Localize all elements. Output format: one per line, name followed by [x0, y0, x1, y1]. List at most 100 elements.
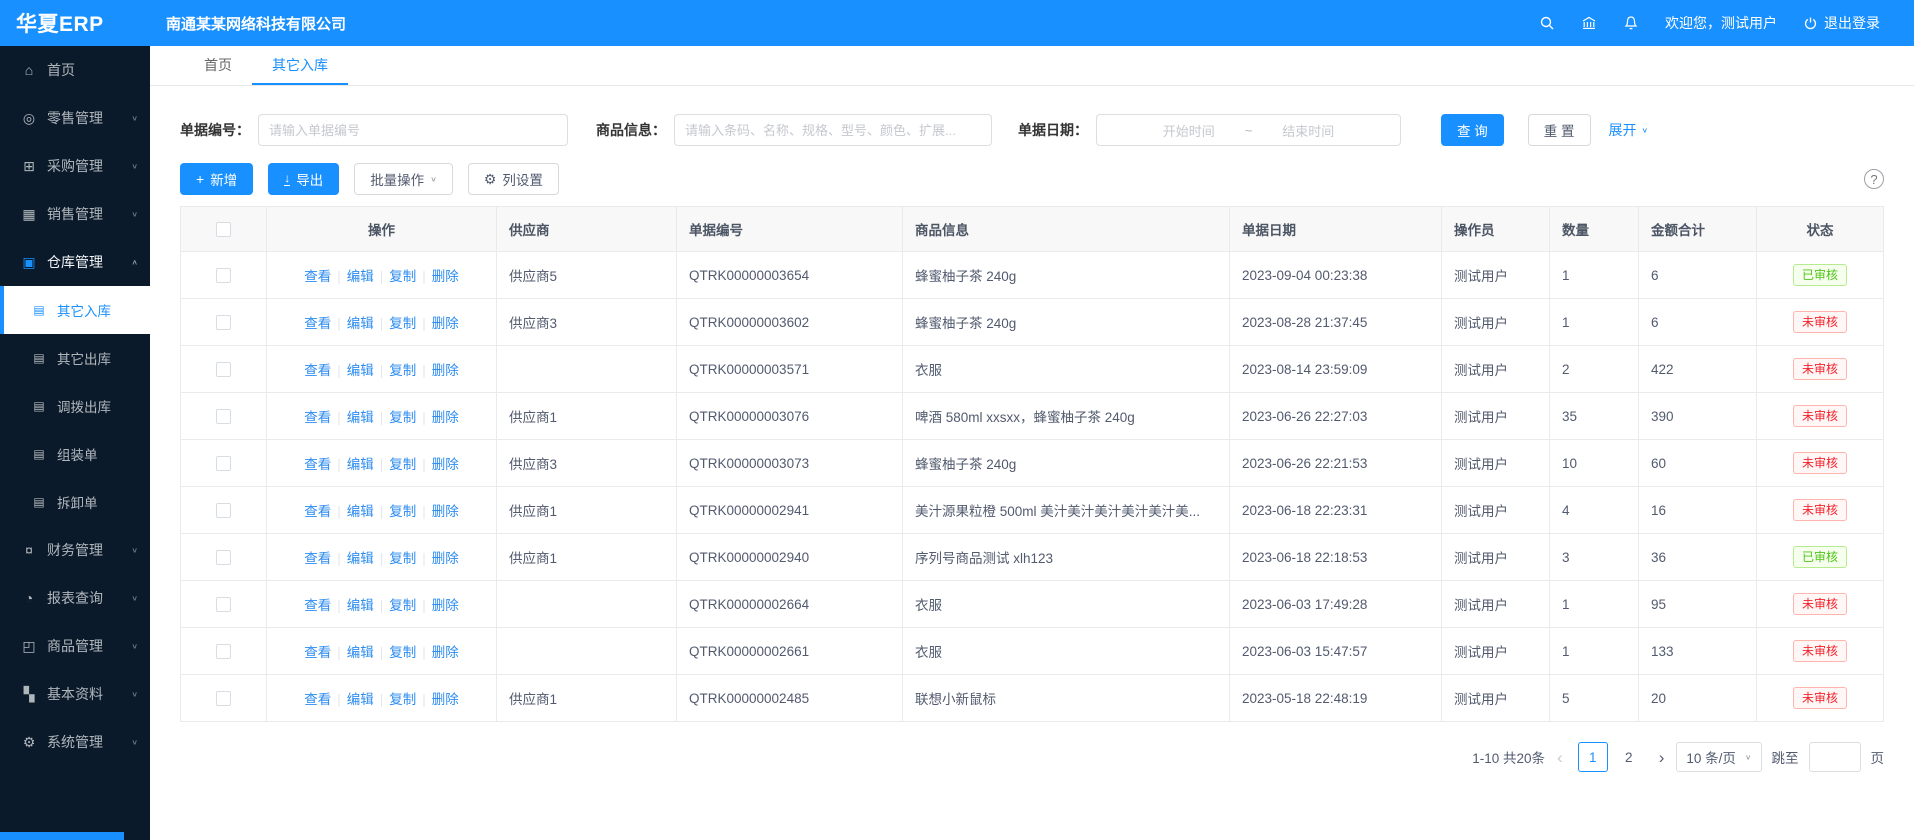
- page-button-2[interactable]: 2: [1614, 742, 1644, 772]
- row-checkbox[interactable]: [216, 315, 231, 330]
- add-button[interactable]: + 新增: [180, 163, 253, 195]
- status-badge: 未审核: [1793, 358, 1847, 380]
- sidebar-item-other-inbound[interactable]: ▤其它入库: [0, 286, 150, 334]
- action-view-link[interactable]: 查看: [304, 269, 331, 284]
- sidebar-item-basic[interactable]: ▚基本资料∨: [0, 670, 150, 718]
- bell-icon[interactable]: [1623, 15, 1639, 31]
- tab-other-inbound[interactable]: 其它入库: [252, 46, 348, 85]
- action-view-link[interactable]: 查看: [304, 316, 331, 331]
- action-edit-link[interactable]: 编辑: [347, 551, 374, 566]
- action-copy-link[interactable]: 复制: [389, 316, 416, 331]
- sidebar-item-other-outbound[interactable]: ▤其它出库: [0, 334, 150, 382]
- product-info-input[interactable]: [674, 114, 992, 146]
- page-button-1[interactable]: 1: [1578, 742, 1608, 772]
- sidebar-item-retail[interactable]: ◎零售管理∨: [0, 94, 150, 142]
- action-copy-link[interactable]: 复制: [389, 504, 416, 519]
- date-start-placeholder[interactable]: 开始时间: [1163, 121, 1215, 140]
- action-delete-link[interactable]: 删除: [432, 551, 459, 566]
- row-checkbox[interactable]: [216, 644, 231, 659]
- date-range-input[interactable]: 开始时间 ~ 结束时间: [1096, 114, 1401, 146]
- action-delete-link[interactable]: 删除: [432, 269, 459, 284]
- action-edit-link[interactable]: 编辑: [347, 410, 374, 425]
- page-size-value: 10 条/页: [1686, 747, 1736, 767]
- action-delete-link[interactable]: 删除: [432, 457, 459, 472]
- logout-button[interactable]: 退出登录: [1803, 13, 1880, 33]
- jump-page-input[interactable]: [1809, 742, 1861, 772]
- search-button[interactable]: 查 询: [1441, 114, 1504, 146]
- action-separator: |: [380, 410, 384, 425]
- actions-cell: 查看|编辑|复制|删除: [267, 299, 497, 346]
- sidebar-item-home[interactable]: ⌂首页: [0, 46, 150, 94]
- action-view-link[interactable]: 查看: [304, 363, 331, 378]
- action-view-link[interactable]: 查看: [304, 692, 331, 707]
- reset-button[interactable]: 重 置: [1528, 114, 1591, 146]
- action-view-link[interactable]: 查看: [304, 457, 331, 472]
- sidebar-item-system[interactable]: ⚙系统管理∨: [0, 718, 150, 766]
- action-delete-link[interactable]: 删除: [432, 692, 459, 707]
- action-delete-link[interactable]: 删除: [432, 316, 459, 331]
- action-copy-link[interactable]: 复制: [389, 363, 416, 378]
- sidebar-item-sales[interactable]: ▦销售管理∨: [0, 190, 150, 238]
- sidebar-item-finance[interactable]: ¤财务管理∨: [0, 526, 150, 574]
- action-delete-link[interactable]: 删除: [432, 645, 459, 660]
- column-settings-button[interactable]: ⚙ 列设置: [468, 163, 559, 195]
- export-button[interactable]: ↓ 导出: [268, 163, 339, 195]
- tab-home[interactable]: 首页: [184, 46, 252, 85]
- action-copy-link[interactable]: 复制: [389, 645, 416, 660]
- search-icon[interactable]: [1539, 15, 1555, 31]
- main-area: 首页其它入库 单据编号： 商品信息： 单据日期： 开始时间 ~ 结束时间 查 询…: [150, 46, 1914, 840]
- sidebar-item-assembly[interactable]: ▤组装单: [0, 430, 150, 478]
- column-header-status: 状态: [1757, 207, 1884, 252]
- row-checkbox[interactable]: [216, 456, 231, 471]
- row-checkbox[interactable]: [216, 597, 231, 612]
- action-edit-link[interactable]: 编辑: [347, 692, 374, 707]
- batch-ops-button[interactable]: 批量操作 ∨: [354, 163, 453, 195]
- action-copy-link[interactable]: 复制: [389, 269, 416, 284]
- prev-page-button[interactable]: ‹: [1555, 749, 1565, 766]
- select-all-checkbox[interactable]: [216, 222, 231, 237]
- action-edit-link[interactable]: 编辑: [347, 316, 374, 331]
- action-view-link[interactable]: 查看: [304, 645, 331, 660]
- action-view-link[interactable]: 查看: [304, 410, 331, 425]
- action-copy-link[interactable]: 复制: [389, 692, 416, 707]
- action-delete-link[interactable]: 删除: [432, 598, 459, 613]
- next-page-button[interactable]: ›: [1657, 749, 1667, 766]
- row-checkbox[interactable]: [216, 503, 231, 518]
- action-edit-link[interactable]: 编辑: [347, 457, 374, 472]
- date-end-placeholder[interactable]: 结束时间: [1282, 121, 1334, 140]
- sidebar-item-disassembly[interactable]: ▤拆卸单: [0, 478, 150, 526]
- action-delete-link[interactable]: 删除: [432, 363, 459, 378]
- page-size-select[interactable]: 10 条/页 ∨: [1676, 742, 1761, 772]
- action-copy-link[interactable]: 复制: [389, 457, 416, 472]
- bank-icon[interactable]: [1581, 15, 1597, 31]
- action-delete-link[interactable]: 删除: [432, 504, 459, 519]
- row-checkbox[interactable]: [216, 550, 231, 565]
- bill-no-input[interactable]: [258, 114, 568, 146]
- action-delete-link[interactable]: 删除: [432, 410, 459, 425]
- action-edit-link[interactable]: 编辑: [347, 598, 374, 613]
- table-row: 查看|编辑|复制|删除供应商3QTRK00000003602蜂蜜柚子茶 240g…: [181, 299, 1884, 346]
- action-edit-link[interactable]: 编辑: [347, 645, 374, 660]
- row-checkbox[interactable]: [216, 691, 231, 706]
- action-view-link[interactable]: 查看: [304, 504, 331, 519]
- row-checkbox[interactable]: [216, 268, 231, 283]
- sidebar-item-report[interactable]: ◔报表查询∨: [0, 574, 150, 622]
- action-view-link[interactable]: 查看: [304, 551, 331, 566]
- action-copy-link[interactable]: 复制: [389, 410, 416, 425]
- row-checkbox[interactable]: [216, 409, 231, 424]
- sidebar-item-transfer-outbound[interactable]: ▤调拨出库: [0, 382, 150, 430]
- action-separator: |: [380, 551, 384, 566]
- help-icon[interactable]: ?: [1864, 169, 1884, 189]
- action-edit-link[interactable]: 编辑: [347, 363, 374, 378]
- row-checkbox[interactable]: [216, 362, 231, 377]
- action-view-link[interactable]: 查看: [304, 598, 331, 613]
- status-cell: 未审核: [1757, 299, 1884, 346]
- action-copy-link[interactable]: 复制: [389, 551, 416, 566]
- action-copy-link[interactable]: 复制: [389, 598, 416, 613]
- sidebar-item-purchase[interactable]: ⊞采购管理∨: [0, 142, 150, 190]
- sidebar-item-warehouse[interactable]: ▣仓库管理∧: [0, 238, 150, 286]
- sidebar-item-goods[interactable]: ◰商品管理∨: [0, 622, 150, 670]
- expand-link[interactable]: 展开 ∨: [1609, 120, 1649, 140]
- action-edit-link[interactable]: 编辑: [347, 269, 374, 284]
- action-edit-link[interactable]: 编辑: [347, 504, 374, 519]
